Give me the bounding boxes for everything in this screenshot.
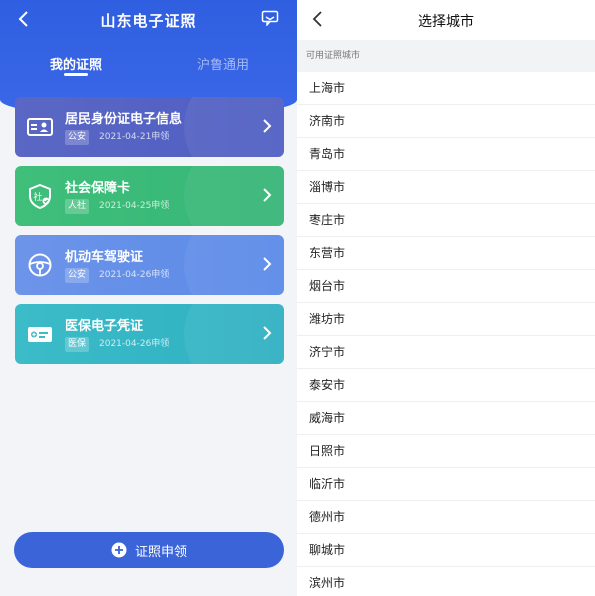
tab-my-certificates[interactable]: 我的证照 <box>50 54 102 73</box>
city-item[interactable]: 青岛市 <box>297 138 595 171</box>
city-item[interactable]: 日照市 <box>297 435 595 468</box>
city-item[interactable]: 聊城市 <box>297 534 595 567</box>
city-item[interactable]: 枣庄市 <box>297 204 595 237</box>
city-item[interactable]: 烟台市 <box>297 270 595 303</box>
city-list: 上海市 济南市 青岛市 淄博市 枣庄市 东营市 烟台市 潍坊市 济宁市 泰安市 … <box>297 72 595 596</box>
plus-circle-icon <box>111 542 127 558</box>
card-tag: 公安 <box>65 130 90 145</box>
card-date: 2021-04-26申领 <box>99 339 170 349</box>
select-city-panel: 选择城市 可用证照城市 上海市 济南市 青岛市 淄博市 枣庄市 东营市 烟台市 … <box>297 0 595 596</box>
medical-insurance-icon <box>28 327 52 342</box>
page-title: 山东电子证照 <box>100 12 197 30</box>
certificate-card-driver-license[interactable]: 机动车驾驶证 公安 2021-04-26申领 <box>15 235 284 295</box>
certificate-card-id[interactable]: 居民身份证电子信息 公安 2021-04-21申领 <box>15 97 284 157</box>
city-item[interactable]: 上海市 <box>297 72 595 105</box>
city-item[interactable]: 滨州市 <box>297 567 595 596</box>
card-name: 医保电子凭证 <box>65 319 144 334</box>
apply-button-label: 证照申领 <box>134 544 187 560</box>
active-tab-indicator <box>64 73 88 76</box>
chevron-right-icon <box>263 257 272 271</box>
chevron-right-icon <box>263 119 272 133</box>
tab-shanghai-shandong[interactable]: 沪鲁通用 <box>197 54 249 73</box>
chevron-right-icon <box>263 326 272 340</box>
certificate-card-medical-insurance[interactable]: 医保电子凭证 医保 2021-04-26申领 <box>15 304 284 364</box>
city-item[interactable]: 济南市 <box>297 105 595 138</box>
city-item[interactable]: 潍坊市 <box>297 303 595 336</box>
message-icon[interactable] <box>261 10 279 26</box>
card-date: 2021-04-25申领 <box>99 201 170 211</box>
social-security-icon: 社 <box>29 183 51 209</box>
certificate-card-social-security[interactable]: 社 社会保障卡 人社 2021-04-25申领 <box>15 166 284 226</box>
city-item[interactable]: 威海市 <box>297 402 595 435</box>
my-certificates-panel: 山东电子证照 我的证照 沪鲁通用 居民身份证电子信息 公安 2021-04-21 <box>0 0 297 596</box>
city-item[interactable]: 泰安市 <box>297 369 595 402</box>
city-item[interactable]: 德州市 <box>297 501 595 534</box>
card-tag: 人社 <box>65 199 90 214</box>
apply-certificate-button[interactable]: 证照申领 <box>14 532 284 568</box>
card-tag: 医保 <box>65 337 90 352</box>
card-name: 机动车驾驶证 <box>65 250 144 265</box>
card-date: 2021-04-21申领 <box>99 132 170 142</box>
card-date: 2021-04-26申领 <box>99 270 170 280</box>
city-item[interactable]: 济宁市 <box>297 336 595 369</box>
city-item[interactable]: 淄博市 <box>297 171 595 204</box>
select-city-title: 选择城市 <box>418 14 474 30</box>
card-name: 居民身份证电子信息 <box>65 112 183 127</box>
available-cities-section-label: 可用证照城市 <box>297 40 595 72</box>
app-screen: 山东电子证照 我的证照 沪鲁通用 居民身份证电子信息 公安 2021-04-21 <box>0 0 595 596</box>
chevron-right-icon <box>263 188 272 202</box>
select-city-header: 选择城市 <box>297 0 595 40</box>
city-item[interactable]: 东营市 <box>297 237 595 270</box>
id-card-icon <box>27 118 53 136</box>
steering-wheel-icon <box>28 253 52 277</box>
svg-text:社: 社 <box>34 191 43 203</box>
city-item[interactable]: 临沂市 <box>297 468 595 501</box>
card-name: 社会保障卡 <box>65 181 131 196</box>
card-tag: 公安 <box>65 268 90 283</box>
